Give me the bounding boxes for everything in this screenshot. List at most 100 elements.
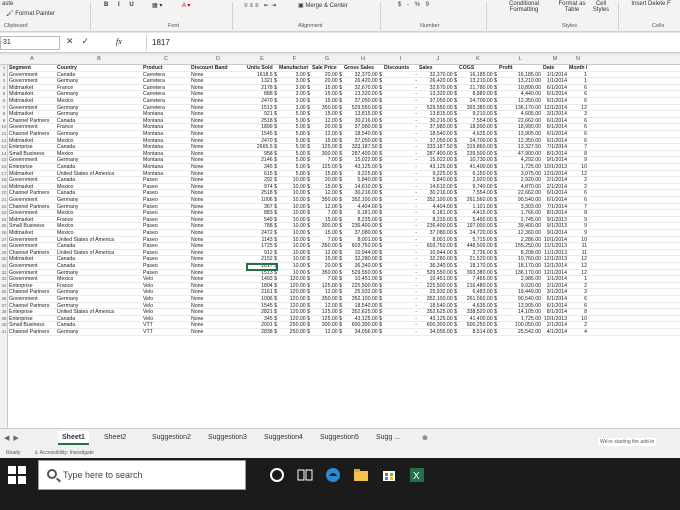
cell[interactable]: 34,056.00 $ bbox=[419, 329, 457, 336]
cell[interactable]: 13,327.50 bbox=[499, 144, 541, 151]
cell[interactable]: None bbox=[191, 204, 245, 211]
cell[interactable]: Germany bbox=[57, 296, 141, 303]
cell[interactable]: 549 $ bbox=[247, 217, 277, 224]
cell[interactable]: Carretera bbox=[143, 98, 189, 105]
cell[interactable]: 352,100.00 $ bbox=[419, 296, 457, 303]
row-number[interactable]: 8 bbox=[0, 111, 8, 118]
cell[interactable]: 250.00 $ bbox=[279, 329, 310, 336]
cell[interactable]: Germany bbox=[57, 111, 141, 118]
cell[interactable]: 1/1/2014 bbox=[543, 72, 567, 79]
cell[interactable]: 3.00 $ bbox=[279, 85, 310, 92]
cell[interactable]: Canada bbox=[57, 164, 141, 171]
cell[interactable]: 15.00 $ bbox=[312, 91, 342, 98]
row-number[interactable]: 10 bbox=[0, 124, 8, 131]
cell[interactable]: 7.00 $ bbox=[312, 276, 342, 283]
column-title[interactable]: Discounts bbox=[384, 65, 417, 72]
cell[interactable]: Channel Partners bbox=[9, 204, 55, 211]
cell[interactable]: 4,635.00 $ bbox=[459, 303, 497, 310]
cell[interactable]: 10.00 $ bbox=[279, 223, 310, 230]
cell[interactable]: - bbox=[384, 329, 417, 336]
cell[interactable]: 10.00 $ bbox=[279, 177, 310, 184]
cell[interactable]: 18,990.00 $ bbox=[459, 124, 497, 131]
font-color-icon[interactable]: A ▾ bbox=[182, 2, 190, 9]
cell[interactable]: 37,050.00 $ bbox=[419, 98, 457, 105]
cell[interactable]: 352,625.00 $ bbox=[344, 309, 382, 316]
cell[interactable]: 1/1/2014 bbox=[543, 276, 567, 283]
cell[interactable]: Paseo bbox=[143, 230, 189, 237]
cell[interactable]: Midmarket bbox=[9, 230, 55, 237]
cell[interactable]: 6/1/2014 bbox=[543, 98, 567, 105]
cell[interactable]: 8,001.00 $ bbox=[344, 237, 382, 244]
cell[interactable]: Montana bbox=[143, 124, 189, 131]
cell[interactable]: 2,920.00 $ bbox=[459, 177, 497, 184]
cell[interactable]: 2001 $ bbox=[247, 322, 277, 329]
cell[interactable]: 6/1/2014 bbox=[543, 131, 567, 138]
cell[interactable]: - bbox=[384, 263, 417, 270]
format-as-table-button[interactable]: Format as Table bbox=[552, 1, 592, 13]
cell[interactable]: 41,400.00 $ bbox=[459, 164, 497, 171]
cell[interactable]: 18,170.00 bbox=[499, 263, 541, 270]
cell[interactable]: - bbox=[384, 105, 417, 112]
align-icons[interactable]: ≡≡≡ ⇤⇥ bbox=[244, 2, 278, 9]
cell[interactable]: 6/1/2014 bbox=[543, 85, 567, 92]
cell[interactable]: 6/1/2014 bbox=[543, 91, 567, 98]
cell[interactable]: 350.00 $ bbox=[312, 296, 342, 303]
accessibility-status[interactable]: ♙ Accessibility: Investigate bbox=[34, 450, 94, 456]
cell[interactable]: Government bbox=[9, 263, 55, 270]
cell[interactable]: 6/1/2014 bbox=[543, 190, 567, 197]
cell[interactable]: - bbox=[384, 210, 417, 217]
cell[interactable]: 8/1/2014 bbox=[543, 309, 567, 316]
row-number[interactable]: 3 bbox=[0, 78, 8, 85]
cell[interactable]: 12.00 $ bbox=[312, 190, 342, 197]
cell[interactable]: 216,480.00 $ bbox=[459, 283, 497, 290]
row-number[interactable]: 27 bbox=[0, 237, 8, 244]
cell[interactable]: Carretera bbox=[143, 85, 189, 92]
cell[interactable]: 8,208.00 bbox=[499, 250, 541, 257]
cell[interactable]: - bbox=[384, 138, 417, 145]
cell[interactable]: 2 bbox=[569, 283, 587, 290]
cell[interactable]: Enterprise bbox=[9, 144, 55, 151]
cell[interactable]: None bbox=[191, 256, 245, 263]
cell[interactable]: 34,056.00 $ bbox=[344, 329, 382, 336]
cell[interactable]: - bbox=[384, 184, 417, 191]
cell[interactable]: Germany bbox=[57, 131, 141, 138]
row-number[interactable]: 12 bbox=[0, 138, 8, 145]
row-number[interactable]: 22 bbox=[0, 204, 8, 211]
cell[interactable]: 3/1/2014 bbox=[543, 111, 567, 118]
cell[interactable]: - bbox=[384, 197, 417, 204]
cell[interactable]: - bbox=[384, 164, 417, 171]
cell[interactable]: 13,320.00 $ bbox=[419, 91, 457, 98]
cell[interactable]: 333,187.50 $ bbox=[419, 144, 457, 151]
cell[interactable]: 12.00 $ bbox=[312, 303, 342, 310]
cell[interactable]: Germany bbox=[57, 78, 141, 85]
cell[interactable]: 2/1/2014 bbox=[543, 283, 567, 290]
cell[interactable]: 12 bbox=[569, 270, 587, 277]
cell[interactable]: - bbox=[384, 131, 417, 138]
cell[interactable]: 6,181.00 $ bbox=[419, 210, 457, 217]
cell[interactable]: None bbox=[191, 250, 245, 257]
cell[interactable]: 5.00 $ bbox=[279, 138, 310, 145]
cell[interactable]: 1,725.00 bbox=[499, 316, 541, 323]
cell[interactable]: 18,540.00 $ bbox=[344, 303, 382, 310]
cell[interactable]: Paseo bbox=[143, 177, 189, 184]
cell[interactable]: 10.00 $ bbox=[279, 250, 310, 257]
cell[interactable]: 2/1/2014 bbox=[543, 177, 567, 184]
cell[interactable]: 4,870.00 bbox=[499, 184, 541, 191]
cell[interactable]: 5,715.00 $ bbox=[459, 237, 497, 244]
cell[interactable]: 13,210.00 $ bbox=[459, 78, 497, 85]
cell[interactable]: Germany bbox=[57, 270, 141, 277]
cell[interactable]: 600,300.00 $ bbox=[344, 322, 382, 329]
cell[interactable]: Government bbox=[9, 243, 55, 250]
cell[interactable]: 10 bbox=[569, 164, 587, 171]
cell[interactable]: Enterprise bbox=[9, 283, 55, 290]
cell[interactable]: 18,540.00 $ bbox=[419, 303, 457, 310]
cell[interactable]: 4,415.00 $ bbox=[459, 210, 497, 217]
cell[interactable]: 30,216.00 $ bbox=[344, 118, 382, 125]
column-title[interactable]: Gross Sales bbox=[344, 65, 382, 72]
cell[interactable]: None bbox=[191, 322, 245, 329]
cell[interactable]: 14,610.00 $ bbox=[344, 184, 382, 191]
cell[interactable]: 26,420.00 $ bbox=[344, 78, 382, 85]
cell[interactable]: None bbox=[191, 164, 245, 171]
cell[interactable]: - bbox=[384, 111, 417, 118]
cell[interactable]: 1899 $ bbox=[247, 124, 277, 131]
